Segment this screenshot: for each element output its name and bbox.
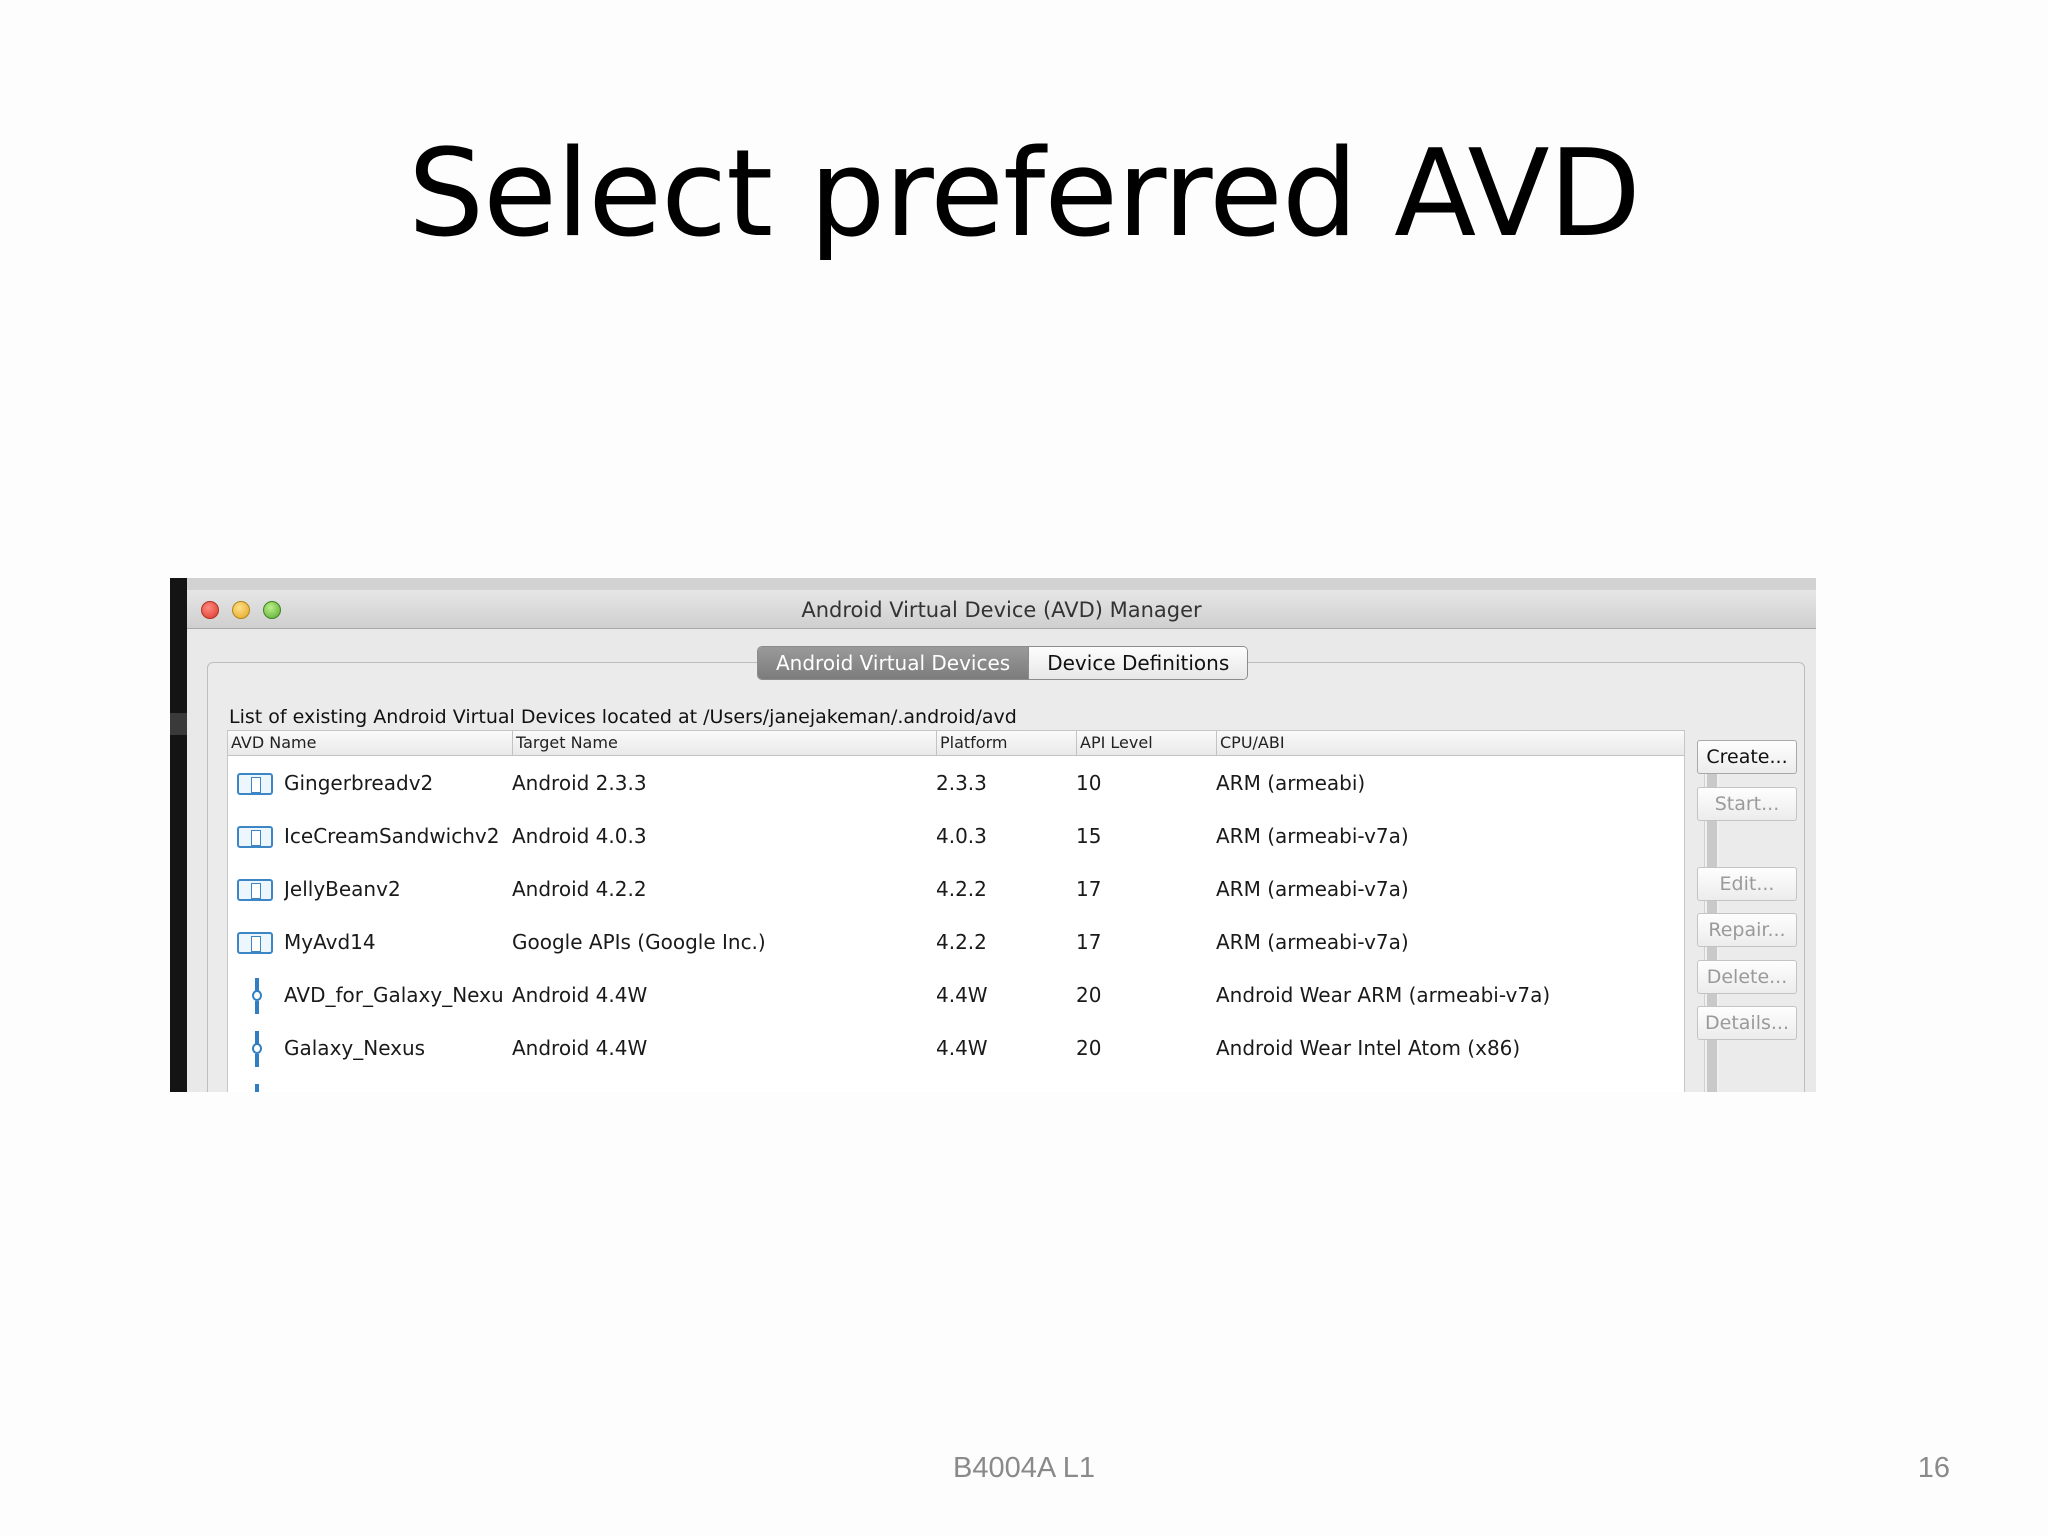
wear-icon [252,978,262,1014]
wear-icon [252,1031,262,1067]
cell-cpu-abi: ARM (armeabi-v7a) [1216,824,1409,848]
start-button[interactable]: Start... [1697,787,1797,821]
table-header: AVD Name Target Name Platform API Level … [228,731,1684,756]
app-menubar-fragment [170,578,1816,590]
avd-manager-screenshot: Android Virtual Device (AVD) Manager And… [170,578,1816,1092]
cell-target-name: Android 4.2.2 [512,877,647,901]
window-title: Android Virtual Device (AVD) Manager [801,598,1202,622]
slide-footer: B4004A L1 [953,1452,1095,1484]
tab-android-virtual-devices[interactable]: Android Virtual Devices [758,647,1029,679]
cell-platform: 4.0.3 [936,824,987,848]
column-header-cpu-abi[interactable]: CPU/ABI [1216,731,1640,755]
table-row[interactable]: MyAvd14 Google APIs (Google Inc.) 4.2.2 … [228,916,1684,969]
cell-target-name: Google APIs (Google Inc.) [512,930,766,954]
column-header-platform[interactable]: Platform [936,731,1076,755]
cell-avd-name: JellyBeanv2 [284,877,401,901]
details-button[interactable]: Details... [1697,1006,1797,1040]
table-row[interactable]: IceCreamSandwichv2 Android 4.0.3 4.0.3 1… [228,810,1684,863]
delete-button[interactable]: Delete... [1697,960,1797,994]
cell-avd-name: AVD_for_Galaxy_Nexu [284,983,504,1007]
tab-bar: Android Virtual Devices Device Definitio… [757,646,1249,680]
repair-button[interactable]: Repair... [1697,913,1797,947]
cell-platform: 2.3.3 [936,771,987,795]
tab-device-definitions[interactable]: Device Definitions [1028,647,1248,679]
cell-api-level: 17 [1076,930,1102,954]
cell-cpu-abi: ARM (armeabi) [1216,771,1366,795]
avd-manager-window: Android Virtual Device (AVD) Manager And… [187,590,1816,1092]
cell-platform: 4.2.2 [936,930,987,954]
slide-title: Select preferred AVD [407,125,1641,264]
table-row[interactable]: AVD_for_Galaxy_Nexu Android 4.4W 4.4W 20… [228,969,1684,1022]
background-window-edge [170,578,187,1092]
tablet-icon [237,826,273,848]
cell-api-level: 20 [1076,1036,1102,1060]
cell-cpu-abi: ARM (armeabi-v7a) [1216,930,1409,954]
table-row[interactable] [228,1075,1684,1092]
cell-platform: 4.4W [936,983,988,1007]
cell-target-name: Android 4.0.3 [512,824,647,848]
edit-button[interactable]: Edit... [1697,867,1797,901]
slide-page-number: 16 [1917,1452,1950,1484]
column-header-avd-name[interactable]: AVD Name [228,731,512,755]
tablet-icon [237,879,273,901]
cell-target-name: Android 2.3.3 [512,771,647,795]
tablet-icon [237,773,273,795]
column-header-target-name[interactable]: Target Name [512,731,936,755]
cell-api-level: 17 [1076,877,1102,901]
avd-location-caption: List of existing Android Virtual Devices… [229,706,1017,728]
cell-cpu-abi: Android Wear ARM (armeabi-v7a) [1216,983,1551,1007]
cell-api-level: 10 [1076,771,1102,795]
cell-platform: 4.2.2 [936,877,987,901]
column-header-api-level[interactable]: API Level [1076,731,1216,755]
wear-icon [254,1084,260,1092]
cell-platform: 4.4W [936,1036,988,1060]
table-row[interactable]: JellyBeanv2 Android 4.2.2 4.2.2 17 ARM (… [228,863,1684,916]
table-row[interactable]: Gingerbreadv2 Android 2.3.3 2.3.3 10 ARM… [228,757,1684,810]
cell-api-level: 20 [1076,983,1102,1007]
cell-target-name: Android 4.4W [512,1036,648,1060]
window-titlebar: Android Virtual Device (AVD) Manager [187,590,1816,629]
cell-cpu-abi: Android Wear Intel Atom (x86) [1216,1036,1521,1060]
table-row[interactable]: Galaxy_Nexus Android 4.4W 4.4W 20 Androi… [228,1022,1684,1075]
cell-avd-name: Gingerbreadv2 [284,771,434,795]
cell-avd-name: Galaxy_Nexus [284,1036,426,1060]
cell-cpu-abi: ARM (armeabi-v7a) [1216,877,1409,901]
cell-target-name: Android 4.4W [512,983,648,1007]
cell-api-level: 15 [1076,824,1102,848]
cell-avd-name: IceCreamSandwichv2 [284,824,500,848]
avd-table: AVD Name Target Name Platform API Level … [227,730,1719,1092]
create-button[interactable]: Create... [1697,740,1797,774]
tablet-icon [237,932,273,954]
cell-avd-name: MyAvd14 [284,930,376,954]
